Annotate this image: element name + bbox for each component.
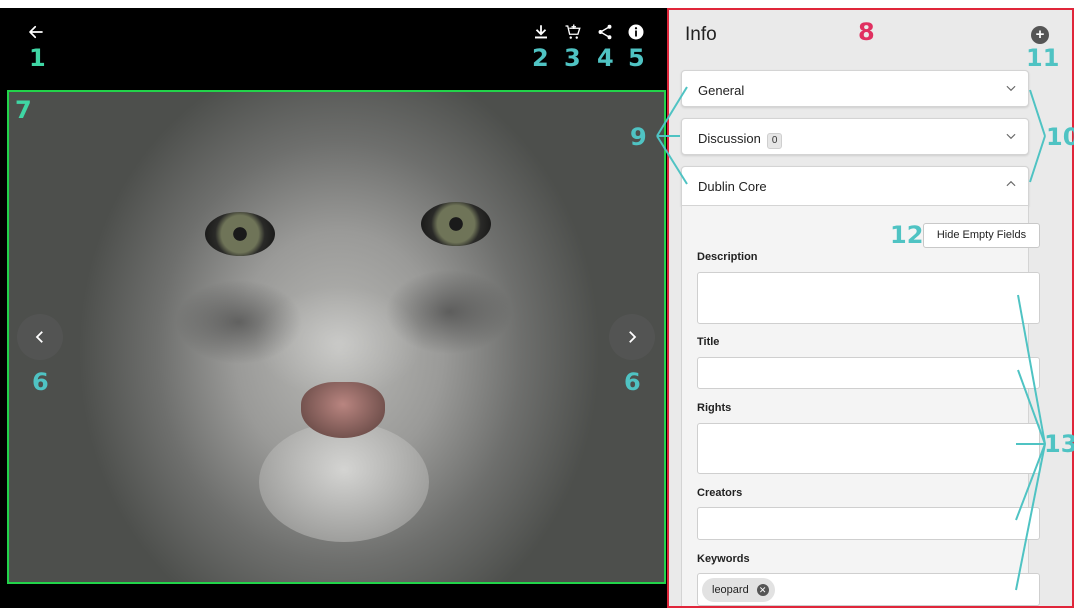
panel-title: Info	[685, 24, 717, 45]
description-field[interactable]	[697, 272, 1040, 324]
callout-nav-left: 6	[32, 368, 49, 396]
field-label-keywords: Keywords	[697, 553, 750, 565]
arrow-left-icon[interactable]	[26, 22, 46, 42]
chevron-right-icon	[629, 331, 637, 343]
callout-download: 2	[532, 44, 549, 72]
dublin-core-body	[681, 206, 1029, 606]
field-label-description: Description	[697, 251, 758, 263]
chevron-left-icon	[35, 331, 43, 343]
rights-field[interactable]	[697, 423, 1040, 474]
muzzle	[259, 422, 429, 542]
callout-panel: 8	[858, 18, 875, 46]
callout-chevrons: 10	[1046, 123, 1074, 151]
callout-share: 4	[597, 44, 614, 72]
section-general[interactable]: General	[681, 70, 1029, 107]
callout-add: 11	[1026, 44, 1060, 72]
share-icon[interactable]	[595, 22, 615, 42]
section-discussion[interactable]: Discussion 0	[681, 118, 1029, 155]
section-general-label: General	[698, 83, 745, 98]
title-field[interactable]	[697, 357, 1040, 389]
app-root: Info + General Discussion 0 Dublin Core H…	[0, 0, 1074, 608]
callout-info: 5	[628, 44, 645, 72]
add-to-cart-icon[interactable]	[563, 22, 583, 42]
remove-tag-icon[interactable]: ✕	[756, 584, 769, 596]
plus-circle-icon[interactable]: +	[1031, 26, 1049, 44]
callout-sections: 9	[630, 123, 647, 151]
callout-nav-right: 6	[624, 368, 641, 396]
section-dublin-core-label: Dublin Core	[698, 179, 767, 194]
callout-image: 7	[15, 96, 32, 124]
image-viewer	[0, 8, 667, 608]
eye-right	[421, 202, 491, 246]
eye-left	[205, 212, 275, 256]
section-dublin-core[interactable]: Dublin Core	[681, 166, 1029, 206]
chevron-down-icon	[1006, 85, 1016, 92]
field-label-title: Title	[697, 336, 720, 348]
chevron-up-icon	[1006, 180, 1016, 187]
next-image-button[interactable]	[609, 314, 655, 360]
keyword-tag: leopard ✕	[702, 578, 775, 602]
section-discussion-label: Discussion	[698, 131, 761, 146]
hide-empty-fields-button[interactable]: Hide Empty Fields	[923, 223, 1040, 248]
callout-fields: 13	[1044, 430, 1074, 458]
creators-field[interactable]	[697, 507, 1040, 540]
leopard-image	[7, 90, 666, 584]
callout-cart: 3	[564, 44, 581, 72]
info-icon[interactable]	[626, 22, 646, 42]
callout-hide-empty: 12	[890, 221, 924, 249]
nose	[301, 382, 385, 438]
download-icon[interactable]	[531, 22, 551, 42]
field-label-creators: Creators	[697, 487, 743, 499]
previous-image-button[interactable]	[17, 314, 63, 360]
keyword-tag-label: leopard	[712, 584, 749, 596]
field-label-rights: Rights	[697, 402, 732, 414]
chevron-down-icon	[1006, 133, 1016, 140]
info-panel: Info + General Discussion 0 Dublin Core H…	[667, 8, 1074, 608]
section-discussion-title: Discussion 0	[698, 131, 783, 149]
keywords-field[interactable]: leopard ✕	[697, 573, 1040, 606]
discussion-count-badge: 0	[766, 133, 783, 149]
callout-back: 1	[29, 44, 46, 72]
